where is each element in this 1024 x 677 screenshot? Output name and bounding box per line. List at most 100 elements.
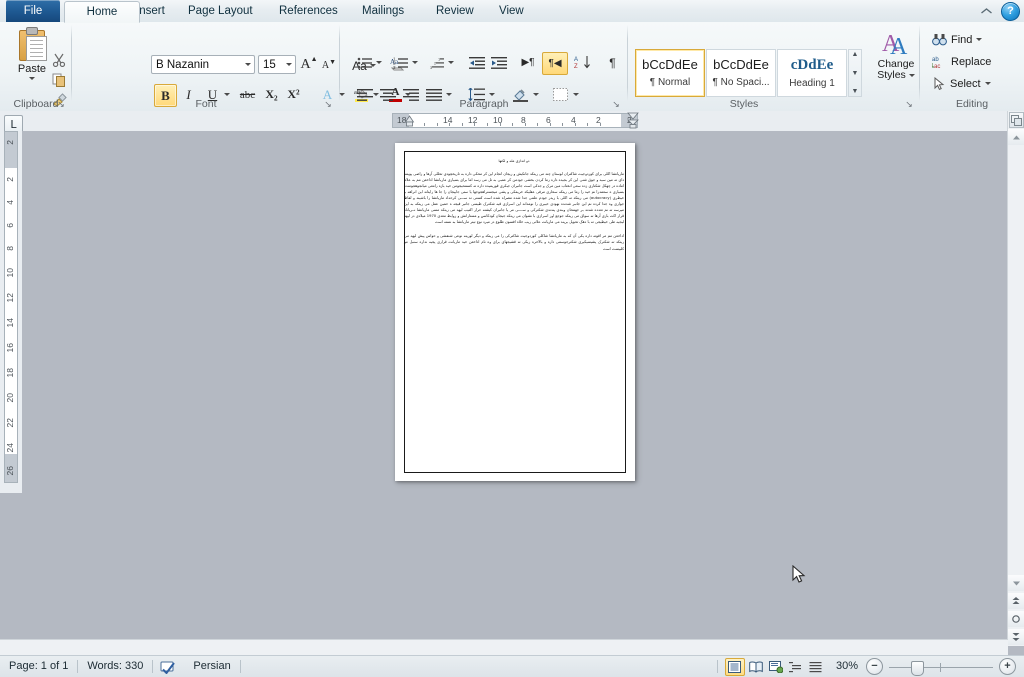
vertical-ruler[interactable]: 2 2 4 6 8 10 12 14 16 18 20 22 24 26 xyxy=(0,131,22,493)
chevron-up-icon[interactable] xyxy=(978,3,995,20)
first-line-indent-marker[interactable] xyxy=(404,113,415,128)
multilevel-list-icon: 1 2 3 xyxy=(430,56,444,69)
scroll-down-button[interactable] xyxy=(1008,575,1024,591)
tab-home[interactable]: Home xyxy=(64,1,140,23)
top-margin-area xyxy=(5,132,17,168)
show-formatting-marks-button[interactable]: ¶ xyxy=(602,52,623,73)
vruler-num-10: 10 xyxy=(5,268,15,278)
font-name-dropdown-arrow[interactable] xyxy=(245,63,251,78)
font-name-value: B Nazanin xyxy=(156,59,210,71)
zoom-slider-thumb[interactable] xyxy=(911,660,924,676)
bullets-dropdown-arrow[interactable] xyxy=(374,52,384,73)
increase-indent-button[interactable] xyxy=(488,52,509,73)
status-page-indicator[interactable]: Page: 1 of 1 xyxy=(0,656,77,677)
horizontal-ruler-track[interactable]: 18 14 12 10 8 6 4 2 2 xyxy=(392,112,640,129)
change-styles-dropdown-arrow[interactable] xyxy=(908,74,915,77)
zoom-level-label[interactable]: 30% xyxy=(826,656,866,677)
right-indent-marker[interactable] xyxy=(626,112,640,129)
tab-page-layout[interactable]: Page Layout xyxy=(177,1,264,22)
scroll-up-button[interactable] xyxy=(1008,129,1024,145)
shrink-font-button[interactable]: A ▼ xyxy=(320,55,338,76)
status-word-count[interactable]: Words: 330 xyxy=(78,656,152,677)
select-button[interactable]: Select xyxy=(929,73,994,94)
replace-button[interactable]: ab ac Replace xyxy=(929,51,994,72)
view-web-layout-button[interactable] xyxy=(767,659,785,675)
next-page-button[interactable] xyxy=(1008,629,1024,645)
proofing-errors-icon[interactable] xyxy=(153,656,184,677)
styles-dialog-launcher[interactable]: ↘ xyxy=(904,99,914,109)
vruler-num-2a: 2 xyxy=(5,140,15,145)
multilevel-list-dropdown-arrow[interactable] xyxy=(446,52,456,73)
help-button[interactable]: ? xyxy=(1001,2,1020,21)
document-page-1[interactable]: دو اندازی مله و لکتها ماریانشا اکلی برای… xyxy=(395,143,635,481)
select-browse-object-button[interactable] xyxy=(1008,611,1024,627)
view-draft-button[interactable] xyxy=(807,659,825,675)
multilevel-list-button[interactable]: 1 2 3 xyxy=(426,52,447,73)
bullets-button[interactable] xyxy=(354,52,375,73)
numbering-dropdown-arrow[interactable] xyxy=(410,52,420,73)
tab-references[interactable]: References xyxy=(268,1,349,22)
horizontal-scrollbar[interactable] xyxy=(0,639,1008,656)
font-size-combobox[interactable]: 15 xyxy=(258,55,296,78)
horizontal-ruler[interactable]: 18 14 12 10 8 6 4 2 2 xyxy=(0,111,1008,132)
font-size-dropdown-arrow[interactable] xyxy=(286,63,292,78)
sort-button[interactable]: A Z xyxy=(572,52,594,73)
style-item-heading-1[interactable]: cDdEe Heading 1 xyxy=(777,49,847,97)
split-window-icon[interactable] xyxy=(1009,112,1024,128)
binoculars-icon xyxy=(932,33,947,45)
document-canvas[interactable]: دو اندازی مله و لکتها ماریانشا اکلی برای… xyxy=(22,131,1008,646)
rtl-text-direction-button[interactable]: ¶◀ xyxy=(542,52,568,75)
ribbon-group-editing: Find ab ac Replace Select Editing xyxy=(920,22,1024,111)
editing-group-label: Editing xyxy=(955,98,989,110)
ltr-text-direction-button[interactable]: ▶¶ xyxy=(516,52,540,73)
svg-text:A: A xyxy=(574,57,578,63)
cut-button[interactable] xyxy=(48,50,70,70)
view-full-screen-reading-button[interactable] xyxy=(747,659,765,675)
zoom-in-button[interactable]: + xyxy=(999,658,1016,675)
style-item-no-spacing[interactable]: bCcDdEe ¶ No Spaci... xyxy=(706,49,776,97)
grow-font-button[interactable]: A ▲ xyxy=(300,54,318,75)
previous-page-button[interactable] xyxy=(1008,593,1024,609)
status-language[interactable]: Persian xyxy=(184,656,239,677)
view-outline-button[interactable] xyxy=(787,659,805,675)
vruler-num-6: 6 xyxy=(5,223,15,228)
copy-button[interactable] xyxy=(48,70,70,90)
change-styles-button[interactable]: A A Change Styles xyxy=(868,27,924,95)
tab-mailings[interactable]: Mailings xyxy=(351,1,415,22)
font-dialog-launcher[interactable]: ↘ xyxy=(323,99,333,109)
find-button[interactable]: Find xyxy=(929,29,985,50)
outline-icon xyxy=(789,661,802,672)
hruler-num-10: 10 xyxy=(493,115,503,125)
vruler-num-24: 24 xyxy=(5,443,15,453)
tab-file[interactable]: File xyxy=(6,0,60,22)
style-item-normal[interactable]: bCcDdEe ¶ Normal xyxy=(635,49,705,97)
vertical-ruler-track[interactable]: 2 2 4 6 8 10 12 14 16 18 20 22 24 26 xyxy=(4,131,18,483)
clipboard-dialog-launcher[interactable]: ↘ xyxy=(56,99,66,109)
vertical-scrollbar[interactable] xyxy=(1007,111,1024,646)
zoom-slider[interactable] xyxy=(889,659,993,676)
styles-scroll-down-icon[interactable]: ▼ xyxy=(852,70,859,77)
paragraph-group-label: Paragraph xyxy=(459,98,509,110)
find-label: Find xyxy=(951,33,973,46)
paste-icon xyxy=(17,27,47,61)
paste-dropdown-arrow[interactable] xyxy=(29,77,35,80)
web-layout-icon xyxy=(768,660,783,673)
styles-more-icon[interactable]: ▼ xyxy=(852,88,859,95)
view-print-layout-button[interactable] xyxy=(724,657,745,676)
font-name-combobox[interactable]: B Nazanin xyxy=(151,55,255,78)
document-text-area[interactable]: دو اندازی مله و لکتها ماریانشا اکلی برای… xyxy=(404,159,624,260)
select-dropdown-arrow[interactable] xyxy=(984,82,991,85)
find-dropdown-arrow[interactable] xyxy=(976,38,983,41)
zoom-out-button[interactable]: − xyxy=(866,658,883,675)
paragraph-dialog-launcher[interactable]: ↘ xyxy=(611,99,621,109)
tab-view[interactable]: View xyxy=(488,1,535,22)
decrease-indent-button[interactable] xyxy=(466,52,487,73)
sort-icon: A Z xyxy=(574,56,590,70)
styles-scroll-up-icon[interactable]: ▲ xyxy=(852,51,859,58)
font-group-label: Font xyxy=(195,98,217,110)
ribbon-group-font: B Nazanin 15 A ▲ A ▼ Aa Aa B I U abc X₂ … xyxy=(72,22,411,111)
tab-review[interactable]: Review xyxy=(425,1,485,22)
numbering-button[interactable]: 1 2 3 xyxy=(390,52,411,73)
styles-gallery-scroll[interactable]: ▲ ▼ ▼ xyxy=(848,49,862,97)
vruler-num-26: 26 xyxy=(5,466,15,476)
